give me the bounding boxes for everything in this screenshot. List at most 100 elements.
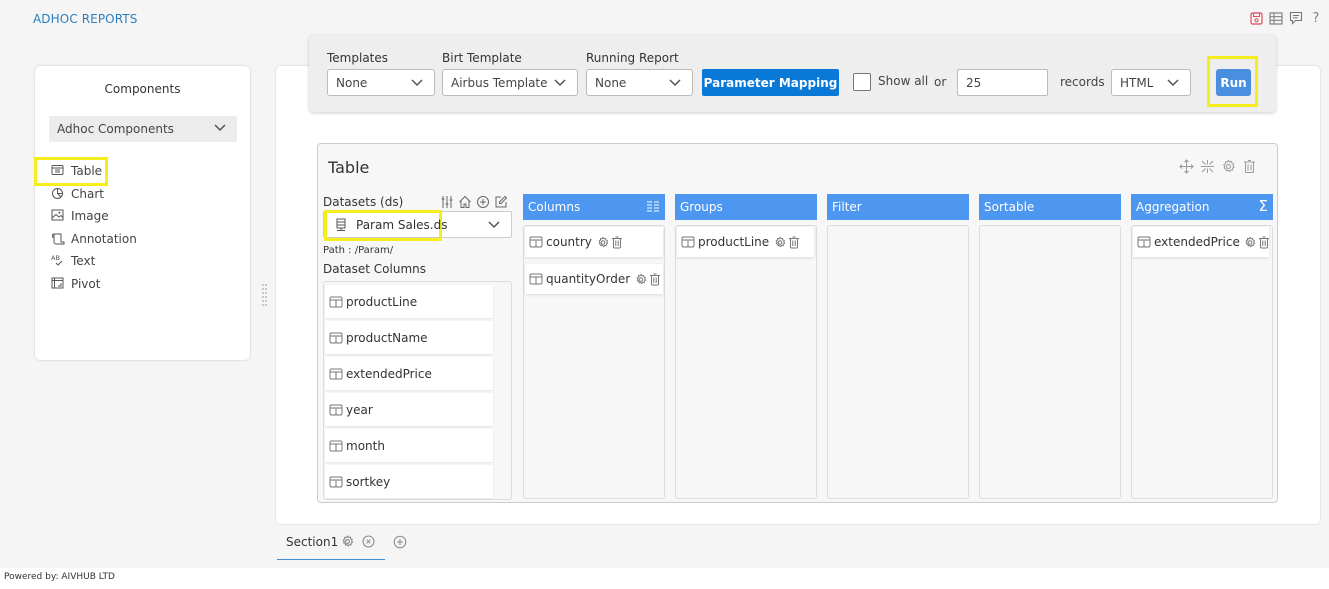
- columns-body[interactable]: country quantityOrder: [523, 225, 665, 499]
- dataset-select[interactable]: Param Sales.ds: [323, 210, 512, 241]
- filter-dropzone[interactable]: Filter: [827, 194, 969, 499]
- gear-icon[interactable]: [1221, 159, 1236, 174]
- dataset-path: Path : /Param/: [323, 245, 394, 256]
- dataset-column-item[interactable]: month: [325, 429, 493, 462]
- aggregation-body[interactable]: extendedPrice: [1131, 225, 1273, 499]
- birt-template-label: Birt Template: [442, 51, 522, 65]
- component-item-pivot[interactable]: Pivot: [49, 273, 137, 296]
- save-icon[interactable]: [1249, 11, 1263, 25]
- edit-icon[interactable]: [494, 195, 509, 210]
- sortable-body[interactable]: [979, 225, 1121, 499]
- footer: Powered by: AIVHUB LTD: [0, 568, 1329, 589]
- groups-body[interactable]: productLine: [675, 225, 817, 499]
- add-section-icon[interactable]: [393, 535, 407, 552]
- comment-icon[interactable]: [1289, 11, 1303, 25]
- annotation-icon: [51, 232, 65, 246]
- columns-header: Columns: [523, 194, 665, 220]
- help-icon[interactable]: ?: [1309, 11, 1323, 26]
- birt-template-value: Airbus Template: [451, 75, 548, 90]
- show-all-checkbox[interactable]: [853, 73, 871, 91]
- chevron-down-icon: [668, 77, 682, 92]
- field-icon: [329, 332, 343, 344]
- gear-icon[interactable]: [1244, 236, 1256, 249]
- svg-text:AB: AB: [51, 254, 60, 262]
- add-circle-icon[interactable]: [476, 195, 491, 210]
- sortable-dropzone[interactable]: Sortable: [979, 194, 1121, 499]
- component-label: Table: [71, 164, 103, 179]
- column-chip[interactable]: quantityOrder: [525, 264, 663, 294]
- dataset-column-item[interactable]: sortkey: [325, 465, 493, 498]
- trash-icon[interactable]: [649, 273, 661, 286]
- trash-icon[interactable]: [611, 236, 623, 249]
- component-item-chart[interactable]: Chart: [49, 183, 137, 206]
- components-list: Table Chart Image Annotation AB Text Piv…: [34, 157, 137, 296]
- aggregation-dropzone[interactable]: Aggregation Σ extendedPrice: [1131, 194, 1273, 499]
- sortable-header: Sortable: [979, 194, 1121, 220]
- image-icon: [51, 209, 65, 223]
- components-title: Components: [104, 82, 181, 96]
- filter-sliders-icon[interactable]: [440, 195, 455, 210]
- component-item-table[interactable]: Table: [34, 157, 108, 186]
- filter-body[interactable]: [827, 225, 969, 499]
- trash-icon[interactable]: [1258, 236, 1270, 249]
- templates-select[interactable]: None: [327, 69, 435, 96]
- component-label: Pivot: [71, 276, 101, 291]
- columns-dropzone[interactable]: Columns country quantityOrder: [523, 194, 665, 499]
- report-toolbar: Templates None Birt Template Airbus Temp…: [309, 35, 1276, 112]
- pie-chart-icon: [51, 187, 65, 201]
- chip-label: productLine: [698, 235, 770, 249]
- table-component-title: Table: [328, 158, 370, 177]
- run-button[interactable]: Run: [1216, 69, 1251, 96]
- trash-icon[interactable]: [1242, 159, 1257, 174]
- table-grid-icon[interactable]: [1269, 11, 1283, 25]
- groups-dropzone[interactable]: Groups productLine: [675, 194, 817, 499]
- gear-icon[interactable]: [774, 236, 786, 249]
- show-all-label: Show all: [878, 74, 929, 88]
- group-chip[interactable]: productLine: [677, 227, 814, 257]
- component-item-image[interactable]: Image: [49, 205, 137, 228]
- resize-handle[interactable]: [258, 282, 270, 312]
- column-name: month: [346, 438, 385, 453]
- templates-value: None: [336, 75, 368, 90]
- gear-icon[interactable]: [341, 535, 354, 551]
- column-name: extendedPrice: [346, 366, 432, 381]
- output-format-select[interactable]: HTML: [1111, 69, 1191, 96]
- component-item-annotation[interactable]: Annotation: [49, 228, 137, 251]
- table-icon: [51, 164, 65, 178]
- running-report-select[interactable]: None: [586, 69, 693, 96]
- trash-icon[interactable]: [788, 236, 800, 249]
- dropzone-title: Sortable: [984, 200, 1035, 214]
- dataset-column-item[interactable]: productName: [325, 321, 493, 354]
- list-columns-icon[interactable]: [646, 199, 660, 216]
- move-icon[interactable]: [1179, 159, 1194, 174]
- templates-label: Templates: [327, 51, 389, 65]
- column-chip[interactable]: country: [525, 227, 663, 257]
- running-report-value: None: [595, 75, 627, 90]
- running-report-label: Running Report: [586, 51, 679, 65]
- dropzone-title: Filter: [832, 200, 862, 214]
- component-item-text[interactable]: AB Text: [49, 250, 137, 273]
- section-tab[interactable]: Section1: [277, 528, 385, 560]
- dataset-columns-list[interactable]: productLine productName extendedPrice ye…: [323, 281, 512, 500]
- gear-icon[interactable]: [635, 273, 647, 286]
- field-icon: [1137, 236, 1151, 248]
- component-label: Chart: [71, 186, 104, 201]
- collapse-icon[interactable]: [1200, 159, 1215, 174]
- dataset-column-item[interactable]: year: [325, 393, 493, 426]
- records-input[interactable]: 25: [957, 69, 1048, 96]
- components-select[interactable]: Adhoc Components: [49, 116, 237, 142]
- close-circle-icon[interactable]: [362, 535, 375, 551]
- home-icon[interactable]: [458, 195, 473, 210]
- sigma-icon[interactable]: Σ: [1259, 197, 1268, 215]
- components-select-value: Adhoc Components: [57, 122, 174, 136]
- powered-by-text: Powered by: AIVHUB LTD: [4, 572, 115, 582]
- parameter-mapping-button[interactable]: Parameter Mapping: [702, 69, 839, 96]
- aggregation-chip[interactable]: extendedPrice: [1133, 227, 1269, 257]
- dataset-column-item[interactable]: productLine: [325, 285, 493, 318]
- field-icon: [681, 236, 695, 248]
- gear-icon[interactable]: [597, 236, 609, 249]
- text-icon: AB: [51, 254, 65, 268]
- birt-template-select[interactable]: Airbus Template: [442, 69, 578, 96]
- chevron-down-icon: [487, 219, 501, 234]
- dataset-column-item[interactable]: extendedPrice: [325, 357, 493, 390]
